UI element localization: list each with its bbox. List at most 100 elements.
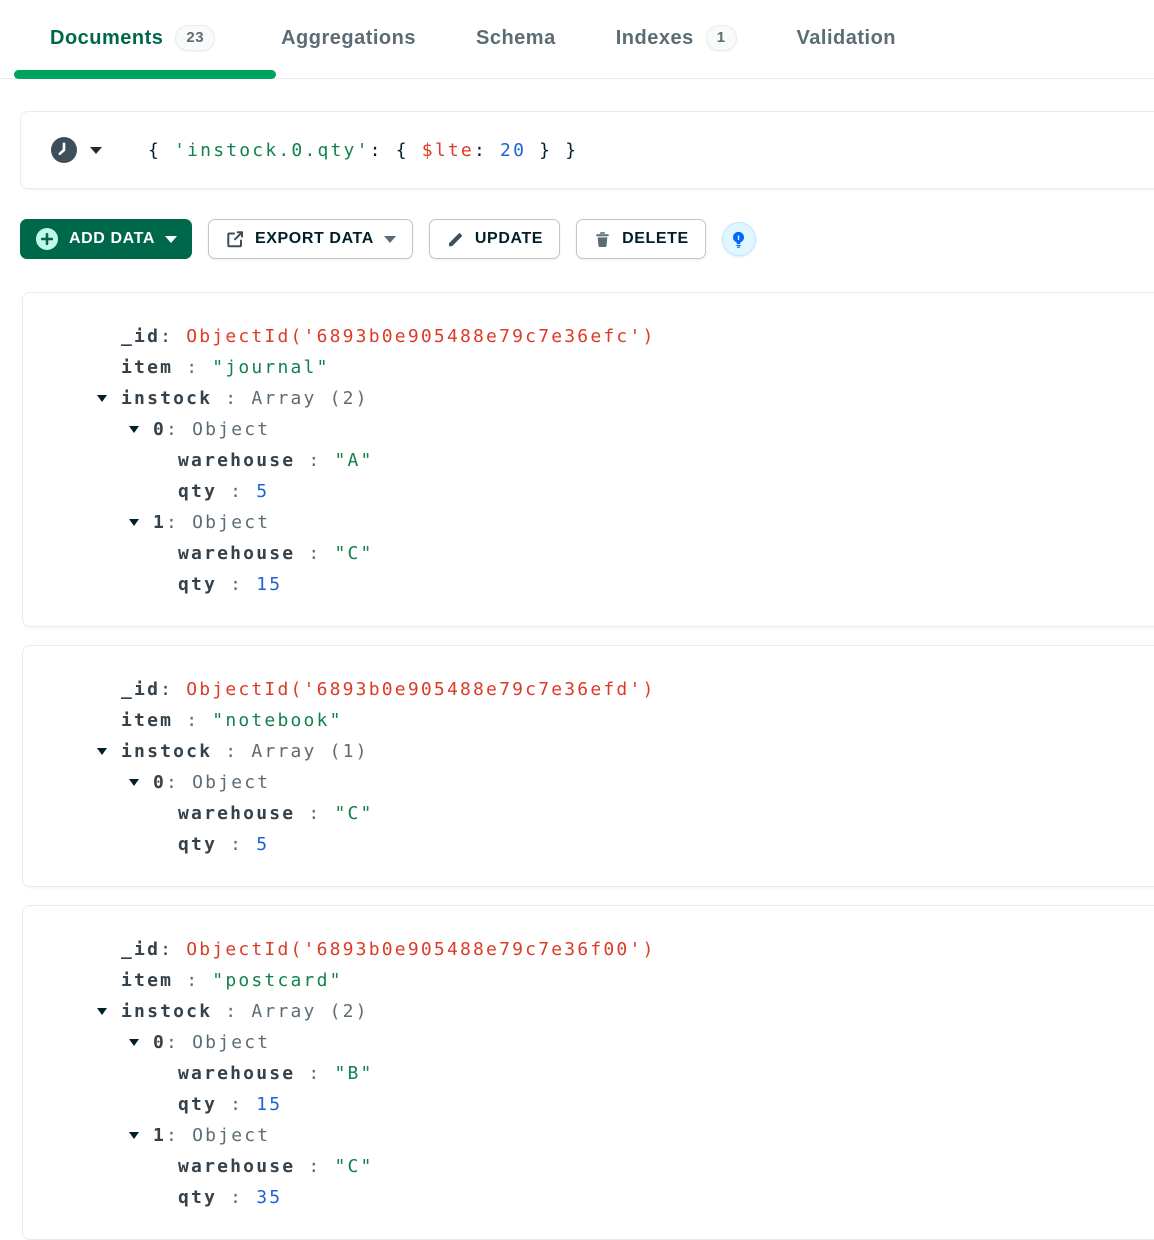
tab-count-badge: 23 [175, 25, 215, 51]
field-key: _id [121, 939, 160, 960]
document-line: warehouse : "B" [23, 1058, 1154, 1089]
field-value: Array (1) [251, 741, 368, 762]
query-token: 'instock.0.qty' [174, 140, 370, 161]
document-card[interactable]: _id: ObjectId('6893b0e905488e79c7e36f00'… [22, 905, 1154, 1240]
field-separator: : [212, 388, 251, 409]
tab-label: Aggregations [281, 27, 416, 50]
field-separator: : [166, 419, 192, 440]
field-key: item [121, 970, 173, 991]
query-token: { [396, 140, 422, 161]
query-history-button[interactable] [51, 137, 102, 163]
document-line: qty : 15 [23, 569, 1154, 600]
field-separator: : [212, 741, 251, 762]
field-separator: : [173, 710, 212, 731]
field-value: Object [192, 419, 270, 440]
field-value: "notebook" [212, 710, 342, 731]
query-input[interactable]: { 'instock.0.qty': { $lte: 20 } } [148, 140, 578, 161]
document-line: _id: ObjectId('6893b0e905488e79c7e36efc'… [23, 321, 1154, 352]
query-token: 20 [500, 140, 526, 161]
document-line: item : "journal" [23, 352, 1154, 383]
collapse-caret-icon[interactable] [129, 1039, 139, 1046]
document-line: 0: Object [23, 767, 1154, 798]
pencil-icon [446, 230, 465, 249]
field-value: Array (2) [251, 1001, 368, 1022]
field-value: 15 [256, 1094, 282, 1115]
field-separator: : [166, 1125, 192, 1146]
document-line: 1: Object [23, 1120, 1154, 1151]
field-value: "C" [334, 803, 373, 824]
field-value: Object [192, 1125, 270, 1146]
collapse-caret-icon[interactable] [97, 395, 107, 402]
collapse-caret-icon[interactable] [97, 748, 107, 755]
tab-validation[interactable]: Validation [767, 0, 926, 76]
query-token: : [474, 140, 500, 161]
tab-count-badge: 1 [706, 25, 737, 51]
field-value: ObjectId('6893b0e905488e79c7e36efd') [186, 679, 655, 700]
plus-circle-icon [35, 227, 59, 251]
document-line: warehouse : "A" [23, 445, 1154, 476]
document-line: instock : Array (1) [23, 736, 1154, 767]
collection-tabs-section: Documents 23 Aggregations Schema Indexes 1 Val… [0, 0, 1154, 79]
field-key: instock [121, 388, 212, 409]
query-token: : [370, 140, 396, 161]
field-key: 1 [153, 1125, 166, 1146]
query-bar[interactable]: { 'instock.0.qty': { $lte: 20 } } [20, 111, 1154, 189]
field-key: 1 [153, 512, 166, 533]
field-value: "journal" [212, 357, 329, 378]
collapse-caret-icon[interactable] [129, 1132, 139, 1139]
document-line: warehouse : "C" [23, 1151, 1154, 1182]
collapse-caret-icon[interactable] [129, 426, 139, 433]
field-key: instock [121, 1001, 212, 1022]
document-line: qty : 5 [23, 476, 1154, 507]
insights-bulb-button[interactable] [722, 222, 756, 256]
field-key: warehouse [178, 450, 295, 471]
field-value: 5 [256, 834, 269, 855]
field-key: warehouse [178, 543, 295, 564]
field-key: 0 [153, 419, 166, 440]
collapse-caret-icon[interactable] [129, 779, 139, 786]
tab-indexes[interactable]: Indexes 1 [586, 0, 767, 76]
document-line: instock : Array (2) [23, 996, 1154, 1027]
tab-schema[interactable]: Schema [446, 0, 586, 76]
tab-aggregations[interactable]: Aggregations [251, 0, 446, 76]
field-key: 0 [153, 1032, 166, 1053]
export-data-button[interactable]: EXPORT DATA [208, 219, 413, 259]
collapse-caret-icon[interactable] [129, 519, 139, 526]
document-list: _id: ObjectId('6893b0e905488e79c7e36efc'… [0, 292, 1154, 1240]
tab-label: Indexes [616, 27, 694, 50]
field-separator: : [173, 970, 212, 991]
field-separator: : [217, 574, 256, 595]
update-button[interactable]: UPDATE [429, 219, 560, 259]
document-card[interactable]: _id: ObjectId('6893b0e905488e79c7e36efd'… [22, 645, 1154, 887]
tab-bar: Documents 23 Aggregations Schema Indexes 1 Val… [0, 0, 1154, 76]
field-value: Array (2) [251, 388, 368, 409]
field-value: 35 [256, 1187, 282, 1208]
tab-label: Schema [476, 27, 556, 50]
document-line: warehouse : "C" [23, 538, 1154, 569]
trash-icon [593, 230, 612, 249]
field-value: ObjectId('6893b0e905488e79c7e36f00') [186, 939, 655, 960]
active-tab-underline [14, 70, 276, 79]
tab-label: Documents [50, 27, 163, 50]
field-value: Object [192, 772, 270, 793]
field-value: "C" [334, 543, 373, 564]
delete-button[interactable]: DELETE [576, 219, 706, 259]
field-key: _id [121, 679, 160, 700]
field-key: qty [178, 834, 217, 855]
field-separator: : [212, 1001, 251, 1022]
document-line: qty : 5 [23, 829, 1154, 860]
tab-documents[interactable]: Documents 23 [14, 0, 251, 76]
tab-label: Validation [797, 27, 896, 50]
document-card[interactable]: _id: ObjectId('6893b0e905488e79c7e36efc'… [22, 292, 1154, 627]
document-line: qty : 15 [23, 1089, 1154, 1120]
collapse-caret-icon[interactable] [97, 1008, 107, 1015]
toolbar: ADD DATA EXPORT DATA UPDATE [20, 219, 1154, 259]
field-separator: : [160, 326, 186, 347]
field-separator: : [217, 1187, 256, 1208]
field-value: "C" [334, 1156, 373, 1177]
field-key: warehouse [178, 1063, 295, 1084]
field-key: item [121, 357, 173, 378]
add-data-label: ADD DATA [69, 230, 155, 248]
field-key: item [121, 710, 173, 731]
add-data-button[interactable]: ADD DATA [20, 219, 192, 259]
